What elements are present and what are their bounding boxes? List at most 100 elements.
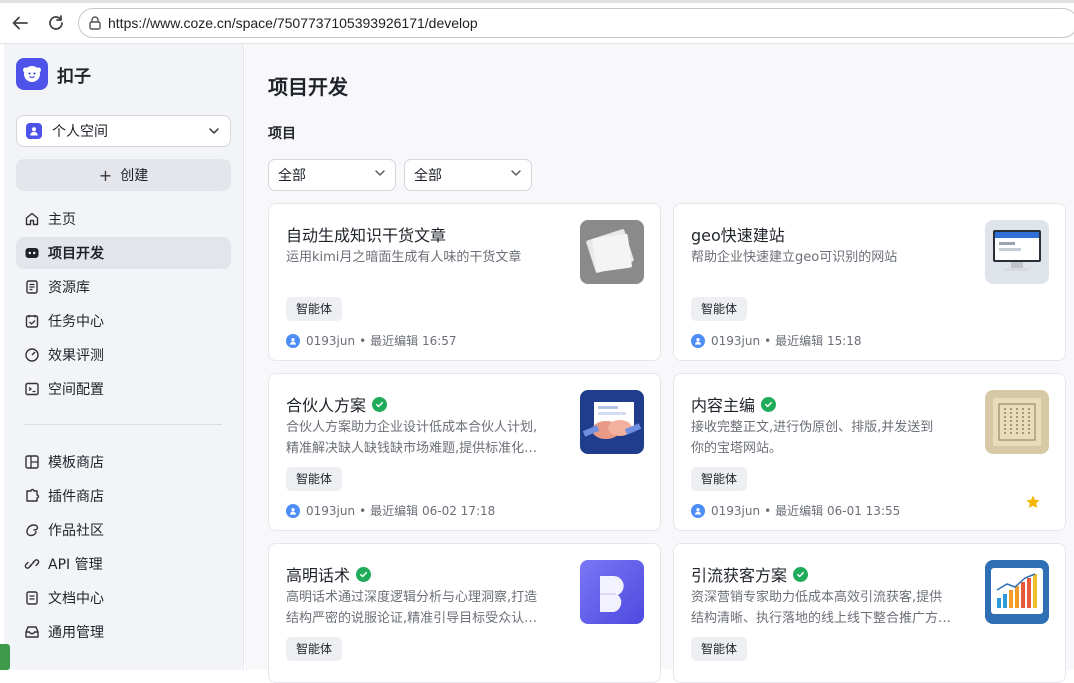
sidebar-item-docs[interactable]: 文档中心 [16, 582, 231, 614]
inbox-icon [24, 624, 40, 640]
sidebar-item-tasks[interactable]: 任务中心 [16, 305, 231, 337]
sidebar: 扣子 个人空间 + 创建 主页 项目开发 资源库 任务中心 效果评测 空间配置 [4, 44, 244, 670]
card-desc-line: 你的宝塔网站。 [691, 441, 783, 456]
card-thumbnail [985, 220, 1049, 284]
type-badge: 智能体 [691, 637, 748, 661]
back-button[interactable] [9, 12, 31, 34]
card-description: 合伙人方案助力企业设计低成本合伙人计划, 精准解决缺人缺钱缺市场难题,提供标准化… [286, 417, 566, 459]
meta-separator: • [764, 333, 772, 348]
card-thumbnail [580, 220, 644, 284]
user-avatar-icon [691, 333, 705, 348]
plus-icon: + [98, 165, 113, 185]
card-meta: 0193jun • 最近编辑 06-01 13:55 [691, 502, 900, 519]
page-title: 项目开发 [268, 75, 348, 99]
sidebar-item-label: 模板商店 [48, 455, 104, 471]
user-avatar-icon [286, 333, 300, 348]
card-description: 资深营销专家助力低成本高效引流获客,提供 结构清晰、执行落地的线上线下整合推广方… [691, 587, 971, 629]
verified-check-icon [761, 396, 777, 412]
card-author: 0193jun [711, 503, 761, 518]
card-meta: 0193jun • 最近编辑 15:18 [691, 332, 862, 349]
sidebar-item-api[interactable]: API 管理 [16, 548, 231, 580]
status-indicator [0, 644, 10, 670]
sidebar-item-develop[interactable]: 项目开发 [16, 237, 231, 269]
type-badge: 智能体 [691, 467, 748, 491]
sidebar-item-space-config[interactable]: 空间配置 [16, 373, 231, 405]
section-label: 项目 [268, 126, 296, 142]
verified-check-icon [372, 396, 388, 412]
project-card[interactable]: 内容主编 接收完整正文,进行伪原创、排版,并发送到 你的宝塔网站。 智能体 019… [673, 373, 1066, 531]
card-description: 接收完整正文,进行伪原创、排版,并发送到 你的宝塔网站。 [691, 417, 971, 459]
card-title: 合伙人方案 [286, 392, 388, 416]
sidebar-item-label: 主页 [48, 212, 76, 228]
card-author: 0193jun [306, 503, 356, 518]
arrow-left-icon [12, 16, 28, 30]
star-icon[interactable] [1025, 494, 1041, 514]
reload-button[interactable] [45, 12, 67, 34]
sidebar-item-label: 通用管理 [48, 625, 104, 641]
project-card[interactable]: 合伙人方案 合伙人方案助力企业设计低成本合伙人计划, 精准解决缺人缺钱缺市场难题,… [268, 373, 661, 531]
main-content: 项目开发 项目 全部 全部 自动生成知识干货文章 运用kimi月之暗面生成有人味… [245, 44, 1074, 683]
card-title-text: 合伙人方案 [286, 396, 367, 415]
card-description: 高明话术通过深度逻辑分析与心理洞察,打造 结构严密的说服论证,精准引导目标受众认… [286, 587, 566, 629]
sidebar-item-template-store[interactable]: 模板商店 [16, 446, 231, 478]
reload-icon [49, 15, 63, 30]
card-meta: 0193jun • 最近编辑 16:57 [286, 332, 457, 349]
brand[interactable]: 扣子 [16, 58, 91, 90]
card-edited: 最近编辑 16:57 [370, 334, 457, 348]
card-title: 内容主编 [691, 392, 777, 416]
project-card[interactable]: geo快速建站 帮助企业快速建立geo可识别的网站 智能体 0193jun • 最近… [673, 203, 1066, 361]
type-badge: 智能体 [286, 297, 343, 321]
status-filter-select[interactable]: 全部 [404, 159, 532, 191]
sidebar-item-general-admin[interactable]: 通用管理 [16, 616, 231, 648]
site-info-icon[interactable] [87, 15, 103, 35]
sidebar-item-plugin-store[interactable]: 插件商店 [16, 480, 231, 512]
filter-value: 全部 [278, 168, 306, 184]
card-thumbnail [985, 390, 1049, 454]
card-desc-line: 高明话术通过深度逻辑分析与心理洞察,打造 [286, 590, 538, 605]
project-card[interactable]: 自动生成知识干货文章 运用kimi月之暗面生成有人味的干货文章 智能体 0193… [268, 203, 661, 361]
library-icon [24, 279, 40, 295]
create-button[interactable]: + 创建 [16, 159, 231, 191]
address-bar[interactable]: https://www.coze.cn/space/75077371053939… [78, 8, 1074, 38]
card-desc-line: 精准解决缺人缺钱缺市场难题,提供标准化… [286, 441, 538, 456]
coze-logo-icon [16, 58, 48, 90]
project-card[interactable]: 高明话术 高明话术通过深度逻辑分析与心理洞察,打造 结构严密的说服论证,精准引导目… [268, 543, 661, 683]
browser-toolbar: https://www.coze.cn/space/75077371053939… [0, 0, 1074, 44]
gauge-icon [24, 347, 40, 363]
chevron-down-icon [208, 122, 220, 141]
space-selector[interactable]: 个人空间 [16, 115, 231, 147]
card-title-text: 引流获客方案 [691, 566, 788, 585]
link-icon [24, 556, 40, 572]
card-title-text: 自动生成知识干货文章 [286, 226, 447, 245]
project-card[interactable]: 引流获客方案 资深营销专家助力低成本高效引流获客,提供 结构清晰、执行落地的线上线… [673, 543, 1066, 683]
sidebar-item-label: API 管理 [48, 557, 103, 573]
card-desc-line: 接收完整正文,进行伪原创、排版,并发送到 [691, 420, 934, 435]
tab-strip [0, 0, 1074, 3]
sidebar-item-community[interactable]: 作品社区 [16, 514, 231, 546]
card-description: 帮助企业快速建立geo可识别的网站 [691, 247, 971, 268]
card-desc-line: 帮助企业快速建立geo可识别的网站 [691, 250, 898, 265]
sidebar-item-label: 任务中心 [48, 314, 104, 330]
sidebar-item-home[interactable]: 主页 [16, 203, 231, 235]
sidebar-item-library[interactable]: 资源库 [16, 271, 231, 303]
card-desc-line: 合伙人方案助力企业设计低成本合伙人计划, [286, 420, 538, 435]
card-desc-line: 结构严密的说服论证,精准引导目标受众认… [286, 611, 538, 626]
sidebar-item-label: 文档中心 [48, 591, 104, 607]
sidebar-item-label: 效果评测 [48, 348, 104, 364]
plugin-icon [24, 488, 40, 504]
card-title-text: 高明话术 [286, 566, 351, 585]
card-edited: 最近编辑 15:18 [775, 334, 862, 348]
verified-check-icon [356, 566, 372, 582]
terminal-icon [24, 381, 40, 397]
create-button-label: 创建 [120, 168, 149, 184]
bot-icon [24, 245, 40, 261]
card-desc-line: 运用kimi月之暗面生成有人味的干货文章 [286, 250, 522, 265]
card-author: 0193jun [711, 333, 761, 348]
card-edited: 最近编辑 06-01 13:55 [775, 504, 901, 518]
card-author: 0193jun [306, 333, 356, 348]
type-badge: 智能体 [286, 467, 343, 491]
sidebar-item-evaluation[interactable]: 效果评测 [16, 339, 231, 371]
type-filter-select[interactable]: 全部 [268, 159, 396, 191]
template-icon [24, 454, 40, 470]
user-avatar-icon [691, 503, 705, 518]
